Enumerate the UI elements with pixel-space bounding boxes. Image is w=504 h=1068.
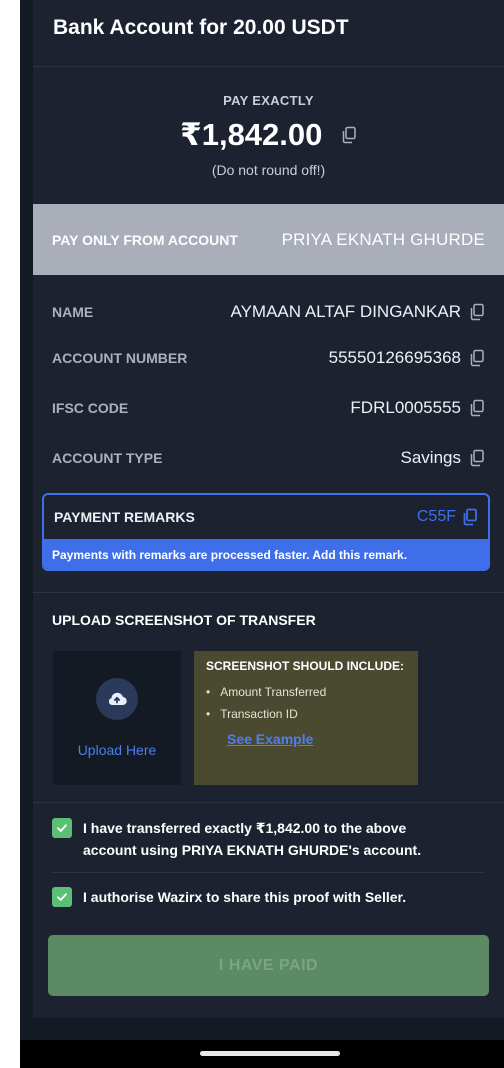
remarks-header: PAYMENT REMARKS C55F	[44, 495, 488, 539]
detail-label: NAME	[52, 304, 94, 320]
confirmation-line: account using PRIYA EKNATH GHURDE's acco…	[83, 842, 422, 858]
upload-section-title: UPLOAD SCREENSHOT OF TRANSFER	[52, 612, 316, 628]
list-item: Amount Transferred	[206, 681, 406, 703]
list-item: Transaction ID	[206, 703, 406, 725]
detail-row-name: NAME AYMAAN ALTAF DINGANKAR	[52, 300, 485, 324]
pay-amount: ₹1,842.00	[180, 117, 323, 152]
transfer-confirmation-text: I have transferred exactly ₹1,842.00 to …	[83, 817, 421, 861]
home-indicator[interactable]	[200, 1051, 340, 1056]
amount-row: ₹1,842.00	[33, 117, 504, 153]
hint-list: Amount Transferred Transaction ID	[206, 681, 406, 725]
checkbox[interactable]	[52, 818, 72, 838]
detail-row-account-number: ACCOUNT NUMBER 55550126695368	[52, 346, 485, 370]
screenshot-hint-box: SCREENSHOT SHOULD INCLUDE: Amount Transf…	[194, 651, 418, 785]
pay-from-value: PRIYA EKNATH GHURDE	[281, 229, 485, 249]
system-nav-bar	[20, 1040, 504, 1068]
pay-exactly-label: PAY EXACTLY	[223, 93, 314, 108]
confirmation-line: I have transferred exactly ₹1,842.00 to …	[83, 820, 407, 836]
pay-from-band: PAY ONLY FROM ACCOUNT PRIYA EKNATH GHURD…	[33, 204, 504, 275]
detail-row-account-type: ACCOUNT TYPE Savings	[52, 446, 485, 470]
cloud-upload-icon	[96, 678, 138, 720]
remarks-label: PAYMENT REMARKS	[54, 509, 195, 525]
upload-button[interactable]: Upload Here	[53, 651, 181, 785]
detail-label: ACCOUNT NUMBER	[52, 350, 188, 366]
copy-icon[interactable]	[469, 349, 485, 367]
detail-label: IFSC CODE	[52, 400, 129, 416]
detail-value: 55550126695368	[328, 348, 461, 367]
authorise-confirmation[interactable]: I authorise Wazirx to share this proof w…	[52, 886, 406, 908]
i-have-paid-button[interactable]: I HAVE PAID	[48, 935, 489, 996]
copy-icon[interactable]	[469, 399, 485, 417]
checkbox[interactable]	[52, 887, 72, 907]
checkmark-icon	[57, 893, 67, 901]
remarks-code: C55F	[416, 508, 456, 525]
see-example-link[interactable]: See Example	[227, 731, 313, 747]
round-off-note: (Do not round off!)	[211, 162, 326, 178]
section-divider	[33, 592, 504, 593]
transfer-confirmation[interactable]: I have transferred exactly ₹1,842.00 to …	[52, 817, 421, 861]
checkbox-divider	[52, 872, 485, 873]
detail-value: AYMAAN ALTAF DINGANKAR	[230, 302, 462, 321]
checkmark-icon	[57, 824, 67, 832]
header-divider	[33, 66, 504, 67]
pay-from-label: PAY ONLY FROM ACCOUNT	[52, 231, 238, 248]
copy-icon[interactable]	[469, 303, 485, 321]
page-title: Bank Account for 20.00 USDT	[53, 16, 349, 39]
payment-remarks-box: PAYMENT REMARKS C55F Payments with remar…	[42, 493, 490, 571]
section-divider	[33, 802, 504, 803]
app-screen: Bank Account for 20.00 USDT PAY EXACTLY …	[20, 0, 504, 1068]
detail-value: FDRL0005555	[350, 398, 461, 417]
payment-card: Bank Account for 20.00 USDT PAY EXACTLY …	[33, 0, 504, 1018]
hint-title: SCREENSHOT SHOULD INCLUDE:	[206, 659, 405, 673]
detail-row-ifsc: IFSC CODE FDRL0005555	[52, 396, 485, 420]
detail-label: ACCOUNT TYPE	[52, 450, 163, 466]
authorise-confirmation-text: I authorise Wazirx to share this proof w…	[83, 889, 407, 905]
remarks-hint: Payments with remarks are processed fast…	[44, 539, 488, 569]
upload-label: Upload Here	[77, 742, 157, 758]
copy-icon[interactable]	[462, 508, 478, 526]
copy-icon[interactable]	[469, 449, 485, 467]
detail-value: Savings	[400, 448, 461, 467]
copy-icon[interactable]	[341, 126, 357, 144]
